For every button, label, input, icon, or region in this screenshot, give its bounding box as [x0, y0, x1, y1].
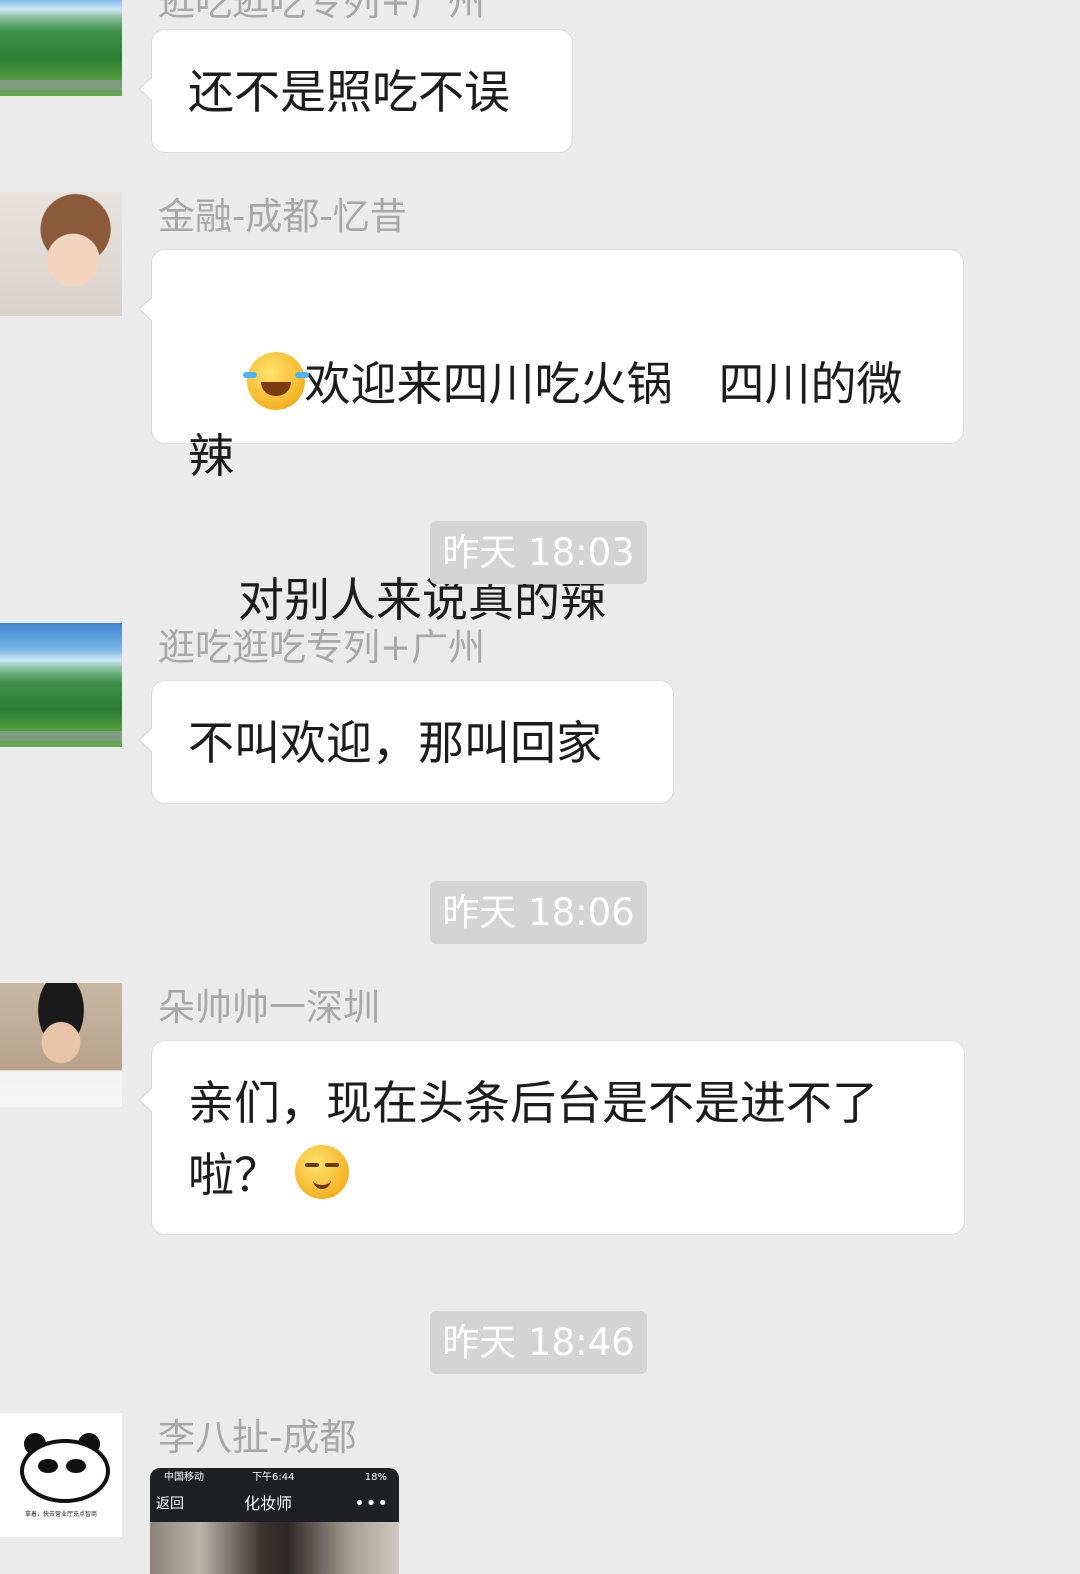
chat-bubble[interactable]: 还不是照吃不误	[138, 29, 573, 153]
embedded-status-bar: 中国移动 下午6:44 18%	[156, 1470, 393, 1486]
man-avatar[interactable]	[0, 983, 122, 1107]
panda-eye	[38, 1459, 58, 1473]
chat-bubble[interactable]: 不叫欢迎，那叫回家	[138, 680, 674, 804]
more-icon: •••	[354, 1493, 389, 1514]
message-text: 还不是照吃不误	[188, 65, 510, 119]
clock-text: 下午6:44	[252, 1472, 295, 1483]
avatar-caption: 拿着，快去营业厅充点智商	[24, 1511, 97, 1518]
embedded-title: 化妆师	[244, 1494, 293, 1513]
girl-avatar[interactable]	[0, 192, 122, 316]
message-text: 不叫欢迎，那叫回家	[188, 716, 602, 770]
message-text-line: 啦？	[188, 1139, 934, 1211]
embedded-photo	[150, 1522, 399, 1574]
chat-bubble[interactable]: 欢迎来四川吃火锅 四川的微辣 对别人来说真的辣	[138, 249, 964, 627]
lotus-lake-avatar[interactable]	[0, 0, 122, 96]
embedded-nav-bar: 返回 化妆师 •••	[150, 1488, 399, 1520]
sender-name: 朵帅帅一深圳	[158, 986, 380, 1029]
timestamp: 昨天 18:03	[430, 521, 647, 584]
sender-name: 李八扯-成都	[158, 1416, 357, 1459]
panda-face	[20, 1439, 110, 1503]
sender-name: 逛吃逛吃专列+广州	[158, 0, 486, 24]
panda-eye	[66, 1459, 86, 1473]
laughing-tears-emoji	[242, 352, 309, 410]
message-text: 亲们，现在头条后台是不是进不了	[188, 1076, 878, 1130]
smirk-emoji	[294, 1145, 349, 1199]
sender-name: 金融-成都-忆昔	[158, 195, 407, 238]
back-label: 返回	[156, 1496, 184, 1512]
lotus-lake-avatar[interactable]	[0, 623, 122, 747]
battery-text: 18%	[364, 1472, 387, 1483]
timestamp: 昨天 18:46	[430, 1311, 647, 1374]
message-text: 啦？	[188, 1148, 280, 1202]
image-message[interactable]: 中国移动 下午6:44 18% 返回 化妆师 •••	[150, 1468, 399, 1574]
carrier-text: 中国移动	[164, 1472, 204, 1483]
timestamp: 昨天 18:06	[430, 881, 647, 944]
sender-name: 逛吃逛吃专列+广州	[158, 626, 486, 669]
panda-avatar[interactable]: 拿着，快去营业厅充点智商	[0, 1413, 122, 1537]
chat-bubble[interactable]: 亲们，现在头条后台是不是进不了 啦？	[138, 1040, 965, 1235]
